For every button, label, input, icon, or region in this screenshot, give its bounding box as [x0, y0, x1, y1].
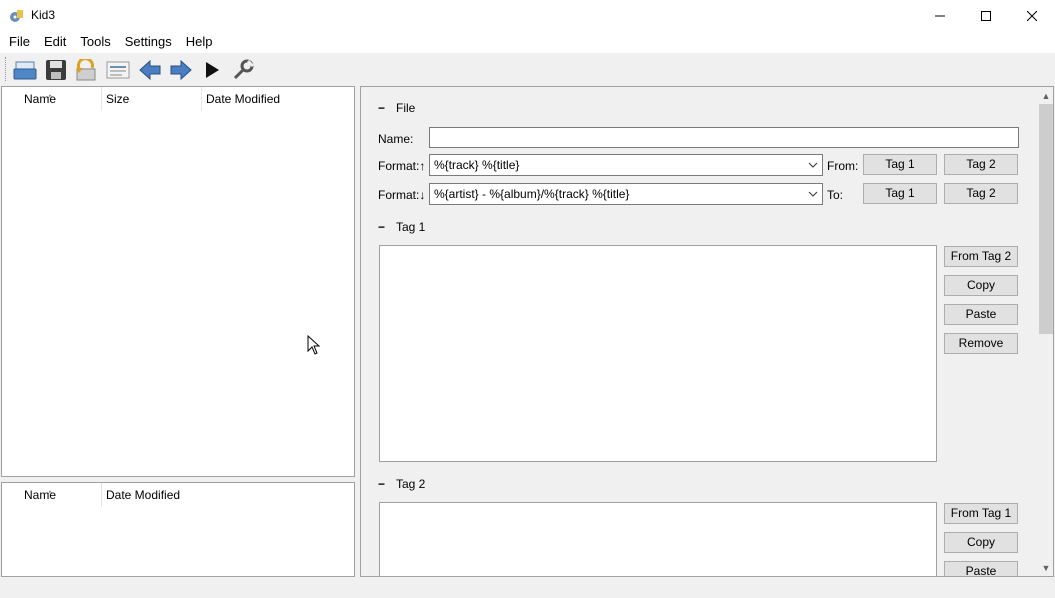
tag2-paste-button[interactable]: Paste — [944, 561, 1018, 576]
file-section-title: File — [396, 101, 416, 115]
sort-ascending-icon: ^ — [48, 93, 53, 103]
minimize-button[interactable] — [917, 0, 963, 31]
format-to-label: Format:↓ — [378, 188, 426, 202]
mouse-cursor-icon — [307, 335, 321, 355]
name-label: Name: — [378, 132, 414, 146]
settings-button[interactable] — [230, 57, 256, 83]
from-tag1-button[interactable]: Tag 1 — [863, 154, 937, 175]
tag1-remove-button[interactable]: Remove — [944, 333, 1018, 354]
file-list[interactable]: ^ Name Size Date Modified — [1, 86, 355, 477]
status-bar — [0, 578, 1055, 598]
menu-edit[interactable]: Edit — [37, 31, 73, 53]
menu-bar: File Edit Tools Settings Help — [0, 31, 1055, 53]
to-tag1-button[interactable]: Tag 1 — [863, 183, 937, 204]
from-tag2-button[interactable]: Tag 2 — [944, 154, 1018, 175]
open-button[interactable] — [12, 57, 38, 83]
collapse-icon: − — [378, 220, 386, 234]
column-date-label: Date Modified — [206, 92, 281, 106]
dir-column-date-label: Date Modified — [106, 488, 181, 502]
column-size-label: Size — [106, 92, 130, 106]
previous-icon — [139, 59, 161, 81]
kid3-app-icon — [10, 10, 23, 22]
menu-help[interactable]: Help — [179, 31, 220, 53]
tag2-copy-button[interactable]: Copy — [944, 532, 1018, 553]
tag2-section-header[interactable]: − Tag 2 — [378, 477, 425, 491]
menu-tools[interactable]: Tools — [73, 31, 117, 53]
from-tag2-button[interactable]: From Tag 2 — [944, 246, 1018, 267]
directory-list[interactable]: ^ Name Date Modified — [1, 482, 355, 577]
previous-button[interactable] — [137, 57, 163, 83]
sort-ascending-icon: ^ — [48, 489, 53, 499]
file-section-header[interactable]: − File — [378, 101, 415, 115]
toolbar — [0, 53, 1055, 85]
revert-button[interactable] — [73, 57, 99, 83]
play-icon — [206, 62, 219, 78]
collapse-icon: − — [378, 477, 386, 491]
close-icon — [1027, 10, 1037, 21]
to-tag2-button[interactable]: Tag 2 — [944, 183, 1018, 204]
maximize-icon — [981, 10, 991, 21]
scrollbar-thumb[interactable] — [1039, 104, 1053, 334]
settings-icon — [233, 59, 255, 80]
chevron-down-icon — [807, 155, 819, 175]
minimize-icon — [935, 15, 945, 16]
tag2-frame-table[interactable] — [379, 502, 937, 576]
toolbar-grip[interactable] — [5, 57, 7, 81]
tag1-frame-table[interactable] — [379, 245, 937, 462]
tag1-section-header[interactable]: − Tag 1 — [378, 220, 425, 234]
dir-column-date-modified[interactable]: Date Modified — [102, 483, 354, 507]
maximize-button[interactable] — [963, 0, 1009, 31]
to-label: To: — [827, 188, 844, 202]
window-title: Kid3 — [31, 8, 56, 22]
scroll-down-icon[interactable]: ▼ — [1038, 560, 1054, 576]
column-date-modified[interactable]: Date Modified — [202, 87, 354, 111]
tag1-paste-button[interactable]: Paste — [944, 304, 1018, 325]
format-to-combo[interactable]: %{artist} - %{album}/%{track} %{title} — [429, 183, 823, 205]
menu-settings[interactable]: Settings — [118, 31, 179, 53]
next-button[interactable] — [168, 57, 194, 83]
column-name[interactable]: ^ Name — [2, 87, 102, 111]
playlist-button[interactable] — [105, 57, 131, 83]
save-button[interactable] — [43, 57, 69, 83]
filename-input[interactable] — [429, 127, 1019, 148]
format-from-combo[interactable]: %{track} %{title} — [429, 154, 823, 176]
from-label: From: — [827, 159, 859, 173]
chevron-down-icon — [807, 184, 819, 204]
file-list-header: ^ Name Size Date Modified — [2, 87, 354, 111]
dir-list-header: ^ Name Date Modified — [2, 483, 354, 507]
tag1-copy-button[interactable]: Copy — [944, 275, 1018, 296]
from-tag1-button[interactable]: From Tag 1 — [944, 503, 1018, 524]
save-icon — [46, 60, 66, 80]
format-to-value: %{artist} - %{album}/%{track} %{title} — [434, 187, 630, 201]
play-button[interactable] — [199, 57, 225, 83]
close-button[interactable] — [1009, 0, 1055, 31]
dir-column-name[interactable]: ^ Name — [2, 483, 102, 507]
open-icon — [13, 61, 37, 80]
column-size[interactable]: Size — [102, 87, 202, 111]
revert-icon — [76, 59, 96, 81]
collapse-icon: − — [378, 101, 386, 115]
tag1-section-title: Tag 1 — [396, 220, 426, 234]
next-icon — [170, 59, 192, 81]
tag2-section-title: Tag 2 — [396, 477, 426, 491]
scroll-up-icon[interactable]: ▲ — [1038, 88, 1054, 104]
tag-editor-pane: − File Name: Format:↑ %{track} %{title} F… — [360, 86, 1038, 577]
vertical-scrollbar[interactable]: ▲ ▼ — [1038, 86, 1054, 577]
playlist-icon — [106, 61, 130, 79]
title-bar: Kid3 — [0, 0, 1055, 31]
format-from-value: %{track} %{title} — [434, 158, 520, 172]
format-from-label: Format:↑ — [378, 159, 426, 173]
menu-file[interactable]: File — [2, 31, 37, 53]
